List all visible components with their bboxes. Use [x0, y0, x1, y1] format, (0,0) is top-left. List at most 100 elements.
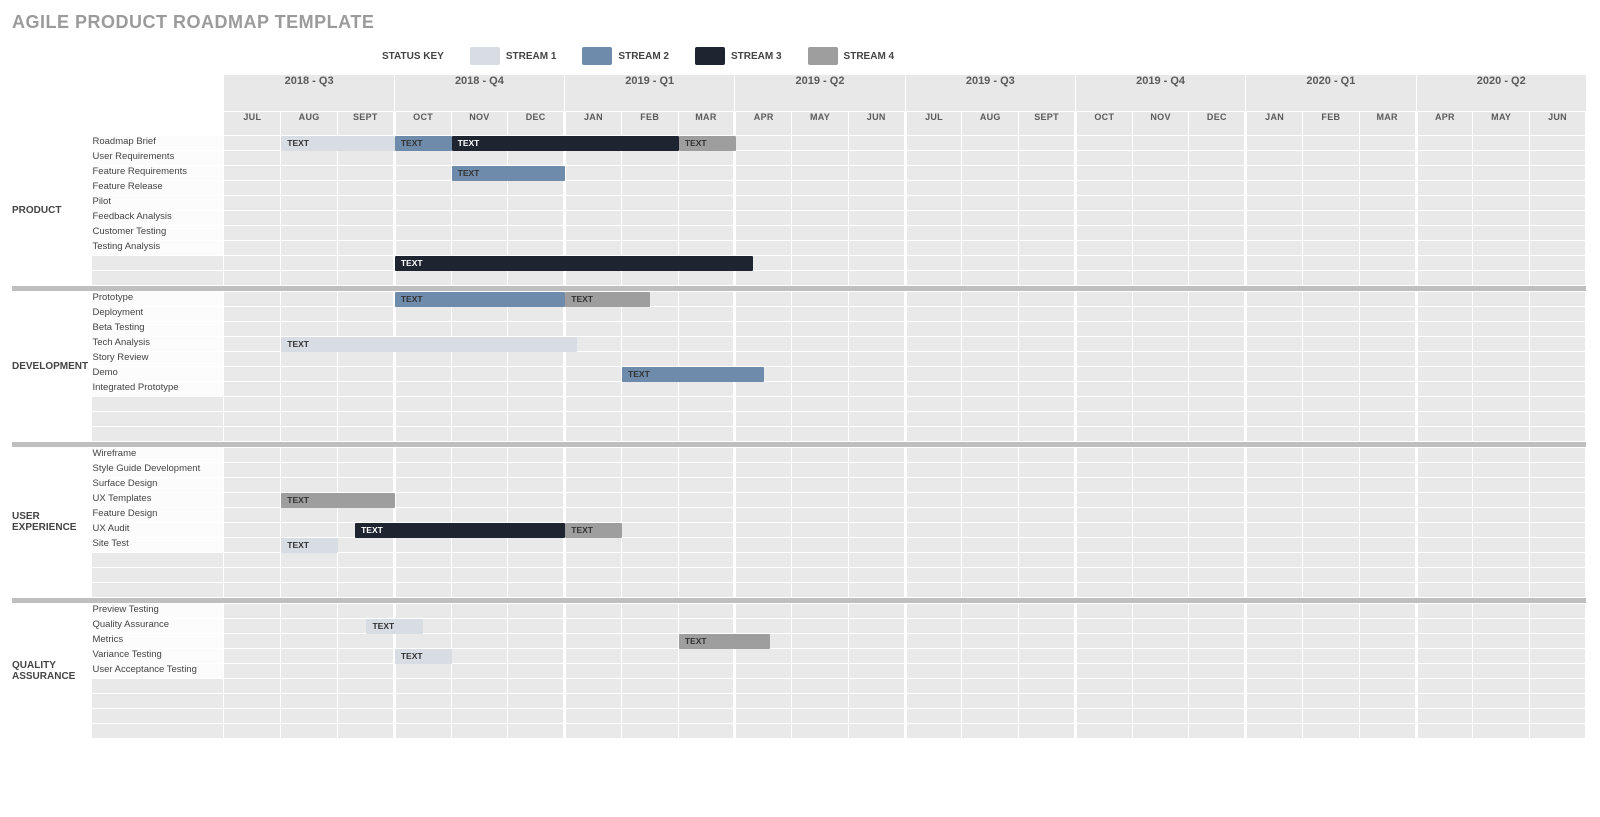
legend-label: STREAM 2 — [618, 51, 669, 62]
month-header: JAN — [565, 111, 622, 135]
task-label: Pilot — [92, 195, 224, 210]
month-header: JUN — [1530, 111, 1587, 135]
task-label: Feature Design — [92, 507, 224, 522]
timeline-area — [224, 180, 281, 195]
quarter-header: 2019 - Q4 — [1075, 75, 1245, 111]
task-label — [92, 396, 224, 411]
timeline-area: TEXT — [224, 336, 281, 351]
legend-swatch — [470, 47, 500, 65]
timeline-area: TEXT — [224, 255, 281, 270]
timeline-area: TEXT — [224, 537, 281, 552]
legend-stream-3: STREAM 3 — [695, 47, 782, 65]
task-label: Quality Assurance — [92, 618, 224, 633]
quarter-header: 2018 - Q4 — [394, 75, 564, 111]
month-header: MAY — [792, 111, 849, 135]
timeline-area — [224, 150, 281, 165]
legend-label: STREAM 1 — [506, 51, 557, 62]
legend-swatch — [582, 47, 612, 65]
month-header: NOV — [1132, 111, 1189, 135]
task-label: Demo — [92, 366, 224, 381]
legend-stream-1: STREAM 1 — [470, 47, 557, 65]
timeline-area — [224, 351, 281, 366]
timeline-area — [224, 240, 281, 255]
task-label: Feedback Analysis — [92, 210, 224, 225]
timeline-area: TEXTTEXTTEXTTEXT — [224, 135, 281, 150]
section-name: USER EXPERIENCE — [12, 447, 92, 597]
timeline-area — [224, 306, 281, 321]
timeline-area — [224, 693, 281, 708]
month-header: NOV — [451, 111, 508, 135]
month-header: AUG — [962, 111, 1019, 135]
timeline-area — [224, 603, 281, 618]
page-title: AGILE PRODUCT ROADMAP TEMPLATE — [12, 12, 1588, 33]
task-label: User Requirements — [92, 150, 224, 165]
month-header: SEPT — [337, 111, 394, 135]
timeline-area — [224, 582, 281, 597]
timeline-area — [224, 426, 281, 441]
task-label: Metrics — [92, 633, 224, 648]
timeline-area — [224, 723, 281, 738]
month-header: APR — [735, 111, 792, 135]
task-label: Feature Release — [92, 180, 224, 195]
status-key-legend: STATUS KEY STREAM 1 STREAM 2 STREAM 3 STREA… — [382, 47, 1588, 65]
month-header: JUL — [224, 111, 281, 135]
timeline-area — [224, 552, 281, 567]
timeline-area — [224, 507, 281, 522]
timeline-area — [224, 396, 281, 411]
month-header: DEC — [1189, 111, 1246, 135]
task-label: Deployment — [92, 306, 224, 321]
section-name: QUALITY ASSURANCE — [12, 603, 92, 738]
timeline-area — [224, 321, 281, 336]
task-label: Beta Testing — [92, 321, 224, 336]
task-label: Variance Testing — [92, 648, 224, 663]
timeline-area: TEXTTEXT — [224, 522, 281, 537]
timeline-area — [224, 462, 281, 477]
month-header: DEC — [508, 111, 565, 135]
timeline-area — [224, 225, 281, 240]
timeline-area: TEXT — [224, 366, 281, 381]
timeline-area: TEXT — [224, 618, 281, 633]
timeline-area — [224, 210, 281, 225]
timeline-area — [224, 270, 281, 285]
task-label — [92, 552, 224, 567]
timeline-area — [224, 708, 281, 723]
month-header: JUN — [848, 111, 905, 135]
timeline-area — [224, 381, 281, 396]
quarter-header: 2018 - Q3 — [224, 75, 394, 111]
task-label — [92, 411, 224, 426]
month-header: MAR — [1359, 111, 1416, 135]
task-label: Roadmap Brief — [92, 135, 224, 150]
timeline-area: TEXT — [224, 648, 281, 663]
timeline-area: TEXTTEXT — [224, 291, 281, 306]
task-label: UX Audit — [92, 522, 224, 537]
timeline-area — [224, 678, 281, 693]
task-label — [92, 426, 224, 441]
quarter-header: 2020 - Q1 — [1246, 75, 1416, 111]
legend-label: STREAM 3 — [731, 51, 782, 62]
quarter-header: 2019 - Q2 — [735, 75, 905, 111]
task-label — [92, 567, 224, 582]
quarter-header: 2020 - Q2 — [1416, 75, 1586, 111]
month-header: APR — [1416, 111, 1473, 135]
quarter-header: 2019 - Q1 — [565, 75, 735, 111]
task-label: Integrated Prototype — [92, 381, 224, 396]
timeline-area: TEXT — [224, 492, 281, 507]
timeline-area — [224, 477, 281, 492]
month-header: OCT — [394, 111, 451, 135]
timeline-area — [224, 447, 281, 462]
section-name: PRODUCT — [12, 135, 92, 285]
task-label: User Acceptance Testing — [92, 663, 224, 678]
month-header: JUL — [905, 111, 962, 135]
timeline-area — [224, 567, 281, 582]
legend-label: STREAM 4 — [844, 51, 895, 62]
month-header: SEPT — [1019, 111, 1076, 135]
task-label — [92, 693, 224, 708]
task-label — [92, 582, 224, 597]
month-header: MAY — [1473, 111, 1530, 135]
task-label: Customer Testing — [92, 225, 224, 240]
timeline-area — [224, 411, 281, 426]
task-label: Style Guide Development — [92, 462, 224, 477]
month-header: OCT — [1075, 111, 1132, 135]
legend-swatch — [808, 47, 838, 65]
status-key-label: STATUS KEY — [382, 51, 444, 62]
